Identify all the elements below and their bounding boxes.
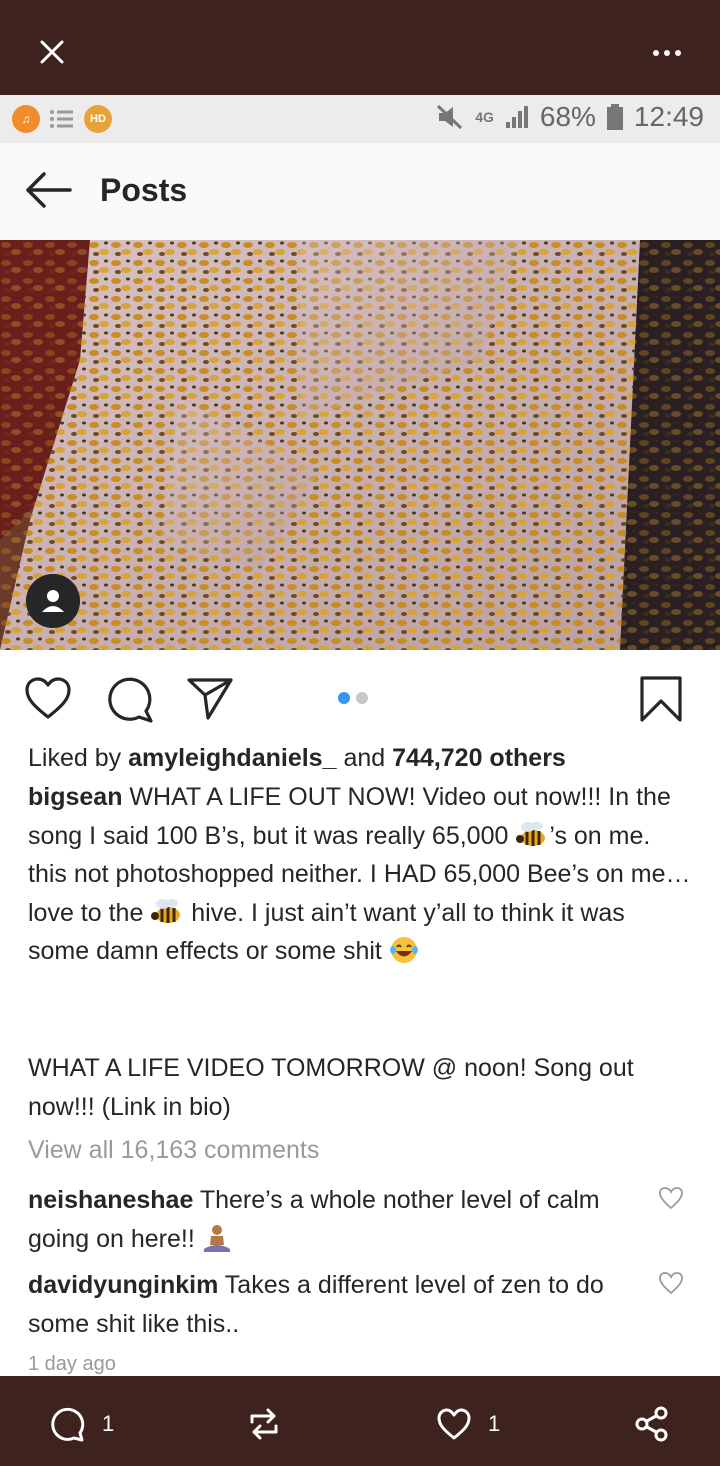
battery-icon [606,104,623,130]
page-title: Posts [100,172,188,208]
author-link[interactable]: bigsean [28,783,122,811]
battery-percent: 68% [539,101,596,132]
retweet-button[interactable] [246,1406,282,1442]
liked-user-link[interactable]: amyleighdaniels_ [128,744,336,772]
caption-second-paragraph: WHAT A LIFE VIDEO TOMORROW @ noon! Song … [28,1054,634,1121]
comment-bubble-icon [51,1407,85,1442]
network-label: 4G [475,108,494,125]
likes-line: Liked by amyleighdaniels_ and 744,720 ot… [28,739,692,778]
comment-icon[interactable] [106,675,154,723]
post-timestamp: 1 day ago [28,1353,116,1375]
carousel-indicator [338,692,368,704]
carousel-dot [356,692,368,704]
comment-item: neishaneshae There’s a whole nother leve… [28,1181,638,1259]
bee-emoji-icon [516,821,546,846]
bookmark-icon[interactable] [638,675,686,723]
status-bar: ♫ HD 4G 68% 12:49 [0,95,720,143]
carousel-dot-active [338,692,350,704]
repost-icon [250,1408,278,1440]
post-caption: bigsean WHAT A LIFE OUT NOW! Video out n… [28,778,692,971]
post-photo[interactable] [0,240,720,650]
comment-user-link[interactable]: neishaneshae [28,1186,193,1214]
signal-icon [505,106,528,128]
comment-button[interactable]: 1 [50,1406,114,1442]
comment-item: davidyunginkim Takes a different level o… [28,1266,638,1344]
clock: 12:49 [633,101,704,132]
back-arrow-icon[interactable] [24,170,74,210]
view-all-comments-link[interactable]: View all 16,163 comments [28,1136,319,1165]
top-bar [0,0,720,95]
share-icon [635,1406,668,1442]
meditating-person-emoji-icon [203,1225,230,1252]
comment-like-heart-icon[interactable] [658,1271,684,1295]
heart-outline-icon [437,1408,471,1440]
laughing-crying-emoji-icon [389,937,418,963]
mute-icon [437,104,463,130]
likes-count-link[interactable]: 744,720 others [392,744,566,772]
liked-and: and [336,744,393,772]
liked-prefix: Liked by [28,744,129,772]
close-icon[interactable] [36,36,68,68]
share-button[interactable] [634,1406,670,1442]
user-tag-icon[interactable] [26,574,80,628]
more-icon[interactable] [652,48,682,58]
comment-like-heart-icon[interactable] [658,1186,684,1210]
bee-covered-shirt-image [0,240,720,650]
heart-icon[interactable] [24,675,72,723]
hd-icon: HD [84,105,112,133]
like-button[interactable]: 1 [436,1406,500,1442]
music-icon: ♫ [12,105,40,133]
comment-user-link[interactable]: davidyunginkim [28,1271,218,1299]
share-direct-icon[interactable] [186,675,234,723]
bee-emoji-icon [151,898,181,923]
comment-count: 1 [102,1411,115,1436]
list-icon [50,110,73,128]
like-count: 1 [488,1411,501,1436]
